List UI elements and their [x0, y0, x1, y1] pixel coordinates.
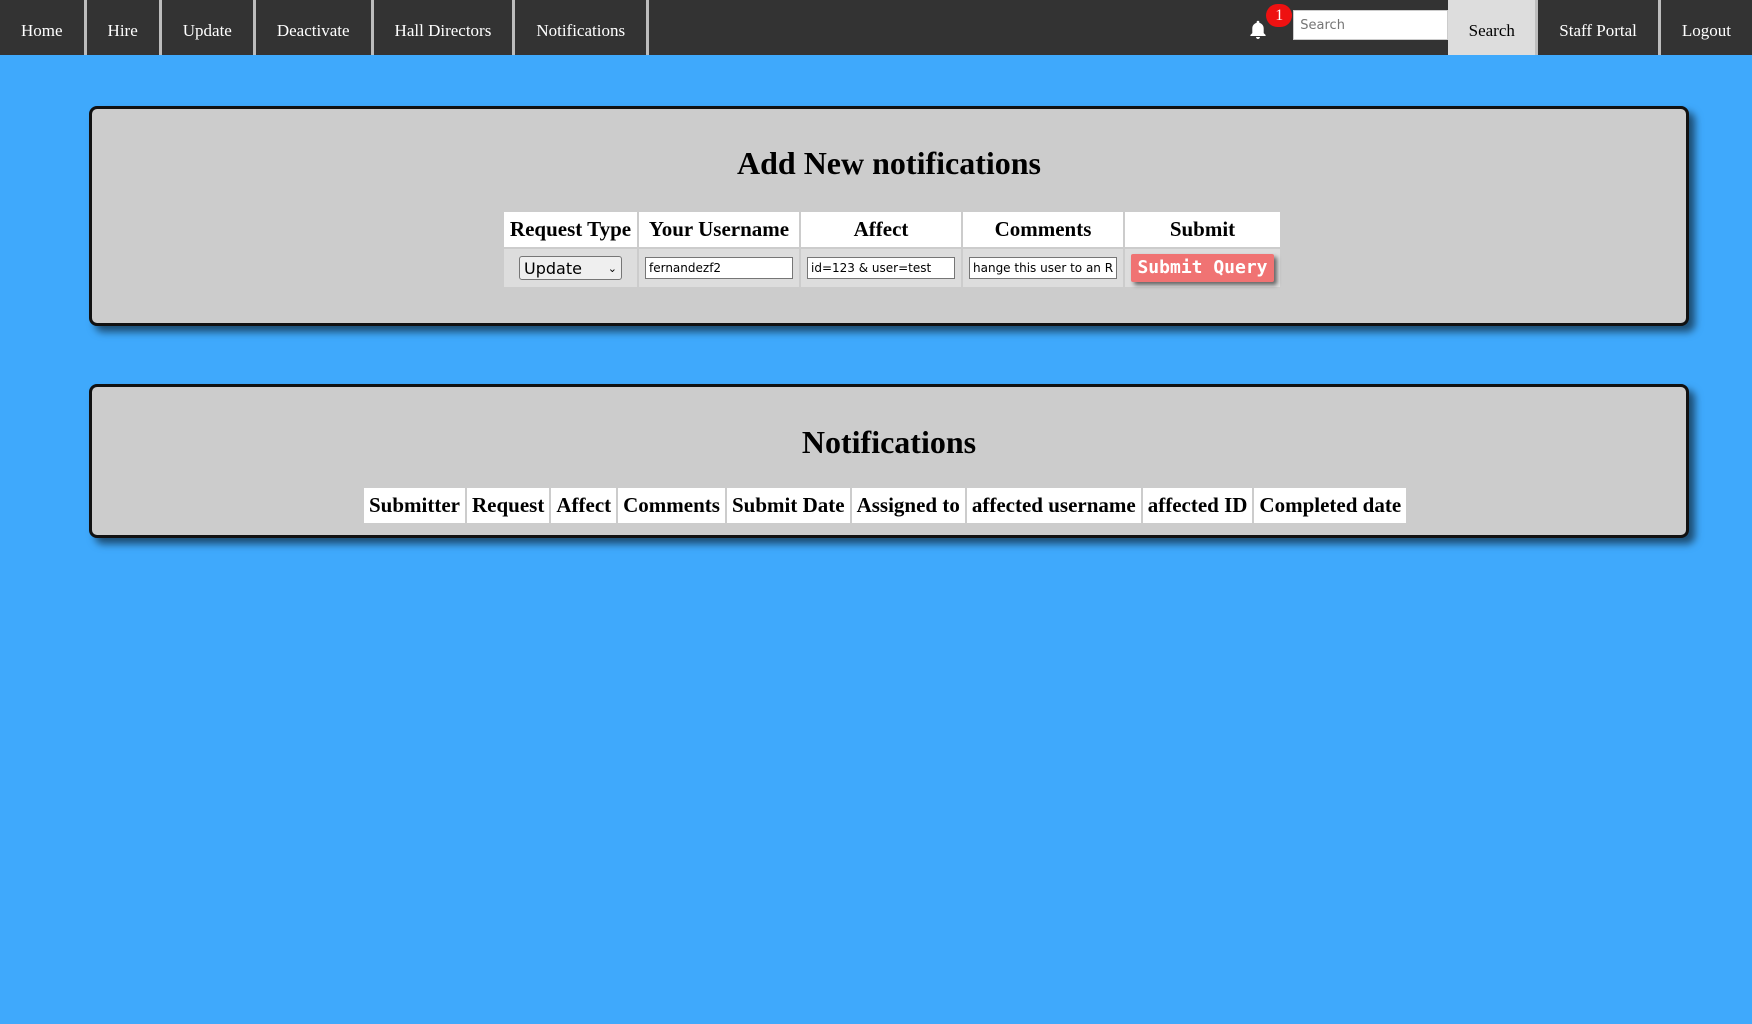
header-submitter: Submitter [364, 488, 465, 523]
submit-cell: Submit Query [1125, 249, 1280, 287]
header-assigned-to: Assigned to [851, 488, 965, 523]
notifications-panel: Notifications Submitter Request Affect C… [89, 384, 1689, 538]
header-your-username: Your Username [639, 212, 799, 247]
nav-logout[interactable]: Logout [1657, 0, 1752, 55]
header-comments: Comments [963, 212, 1123, 247]
nav-links: Home Hire Update Deactivate Hall Directo… [0, 0, 650, 55]
nav-home[interactable]: Home [0, 0, 87, 55]
notifications-header-row: Submitter Request Affect Comments Submit… [364, 488, 1407, 523]
nav-right-group: 1 Search Staff Portal Logout [1239, 0, 1752, 55]
chevron-down-icon: ⌄ [607, 261, 617, 275]
nav-staff-portal[interactable]: Staff Portal [1538, 0, 1658, 55]
bell-icon [1250, 20, 1266, 39]
header-affect: Affect [551, 488, 617, 523]
header-affected-id: affected ID [1142, 488, 1253, 523]
header-request: Request [467, 488, 550, 523]
nav-hire[interactable]: Hire [87, 0, 162, 55]
username-cell [639, 249, 799, 287]
header-comments: Comments [618, 488, 725, 523]
notifications-table: Submitter Request Affect Comments Submit… [362, 486, 1409, 525]
header-affect: Affect [801, 212, 961, 247]
notifications-title: Notifications [801, 424, 977, 460]
comments-input[interactable] [969, 257, 1117, 279]
notifications-bell[interactable]: 1 [1239, 0, 1293, 55]
affect-cell [801, 249, 961, 287]
header-request-type: Request Type [504, 212, 637, 247]
submit-query-button[interactable]: Submit Query [1131, 254, 1274, 282]
add-notification-panel: Add New notifications Request Type Your … [89, 106, 1689, 326]
add-notification-form-table: Request Type Your Username Affect Commen… [502, 210, 1282, 289]
header-completed-date: Completed date [1254, 488, 1407, 523]
request-type-select[interactable]: Update ⌄ [519, 256, 622, 280]
header-submit-date: Submit Date [726, 488, 850, 523]
search-input[interactable] [1293, 10, 1449, 40]
top-navbar: Home Hire Update Deactivate Hall Directo… [0, 0, 1752, 55]
nav-notifications[interactable]: Notifications [515, 0, 650, 55]
form-header-row: Request Type Your Username Affect Commen… [504, 212, 1280, 247]
request-type-value: Update [524, 258, 582, 278]
nav-update[interactable]: Update [162, 0, 256, 55]
username-input[interactable] [645, 257, 793, 279]
request-type-cell: Update ⌄ [504, 249, 637, 287]
notification-count-badge: 1 [1266, 4, 1293, 27]
comments-cell [963, 249, 1123, 287]
add-notification-title: Add New notifications [736, 145, 1041, 181]
search-button[interactable]: Search [1448, 0, 1539, 55]
affect-input[interactable] [807, 257, 955, 279]
header-submit: Submit [1125, 212, 1280, 247]
header-affected-username: affected username [966, 488, 1141, 523]
nav-deactivate[interactable]: Deactivate [256, 0, 374, 55]
nav-hall-directors[interactable]: Hall Directors [374, 0, 516, 55]
form-input-row: Update ⌄ Submit Query [504, 249, 1280, 287]
